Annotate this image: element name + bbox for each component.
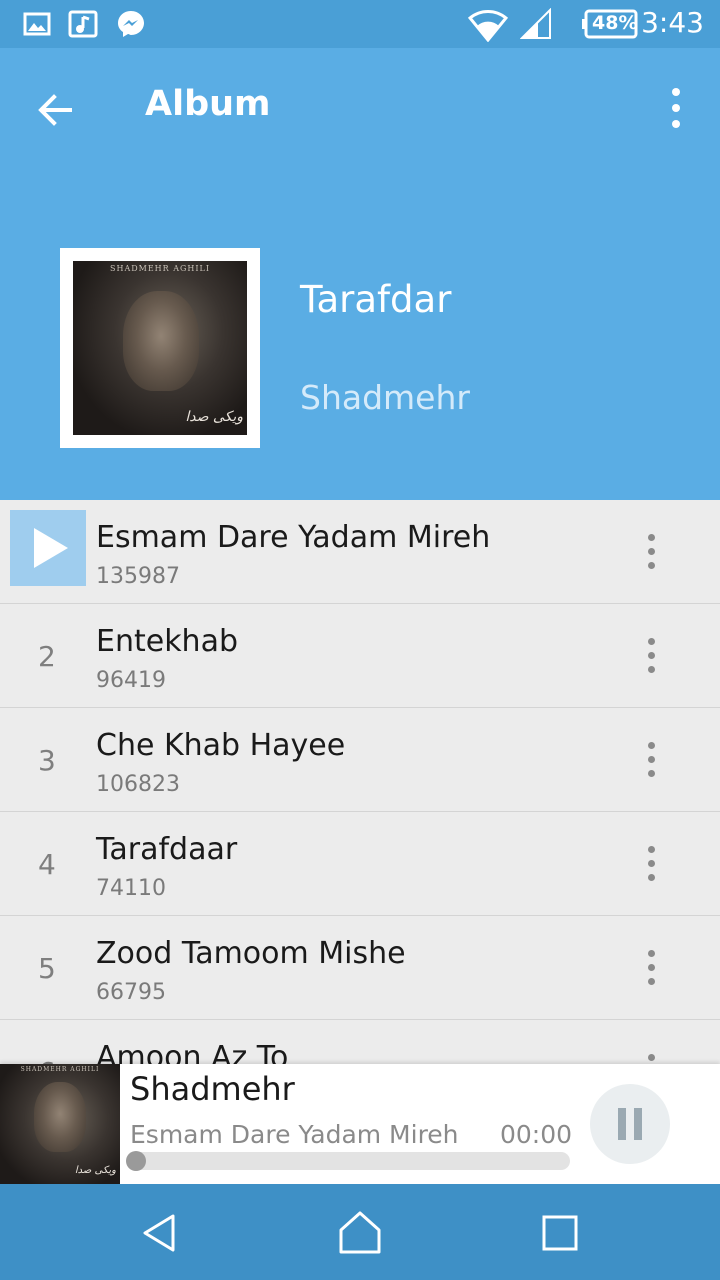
mini-player[interactable]: SHADMEHR AGHILI ویکی صدا Shadmehr Esmam … (0, 1064, 720, 1184)
overflow-menu-button[interactable] (656, 86, 696, 138)
album-name: Tarafdar (300, 278, 452, 321)
track-number: 4 (38, 848, 56, 881)
player-progress-bar[interactable] (126, 1151, 570, 1171)
track-title: Zood Tamoom Mishe (96, 936, 406, 971)
pause-icon (618, 1108, 626, 1140)
player-song-title: Esmam Dare Yadam Mireh (130, 1120, 459, 1149)
track-title: Tarafdaar (96, 832, 238, 867)
track-play-count: 135987 (96, 564, 180, 589)
track-play-count: 66795 (96, 980, 166, 1005)
track-number: 5 (38, 952, 56, 985)
track-number: 2 (38, 640, 56, 673)
player-elapsed-time: 00:00 (500, 1120, 573, 1149)
messenger-icon (118, 11, 144, 37)
track-menu-button[interactable] (632, 530, 672, 574)
track-menu-button[interactable] (632, 842, 672, 886)
track-title: Esmam Dare Yadam Mireh (96, 520, 491, 555)
track-title: Che Khab Hayee (96, 728, 346, 763)
nav-recents-icon[interactable] (535, 1208, 585, 1258)
cover-signature: ویکی صدا (185, 409, 243, 425)
track-row[interactable]: 3 Che Khab Hayee 106823 (0, 708, 720, 812)
album-cover: SHADMEHR AGHILI ویکی صدا (60, 248, 260, 448)
play-icon (34, 528, 68, 568)
music-note-icon (68, 10, 98, 38)
progress-thumb[interactable] (126, 1151, 146, 1171)
track-title: Amoon Az To (96, 1040, 289, 1064)
image-icon (23, 12, 51, 36)
signal-icon (520, 8, 551, 39)
track-menu-button[interactable] (632, 738, 672, 782)
track-row[interactable]: 5 Zood Tamoom Mishe 66795 (0, 916, 720, 1020)
nav-back-icon[interactable] (135, 1208, 185, 1258)
cover-text: SHADMEHR AGHILI (110, 264, 210, 273)
cover-portrait (34, 1082, 86, 1152)
nav-home-icon[interactable] (335, 1208, 385, 1258)
album-artist: Shadmehr (300, 378, 470, 417)
status-bar: 48% 3:43 (0, 0, 720, 48)
wifi-icon (468, 10, 508, 42)
track-number: 6 (38, 1056, 56, 1064)
now-playing-indicator[interactable] (10, 510, 86, 586)
album-header: Album SHADMEHR AGHILI ویکی صدا Tarafdar … (0, 48, 720, 500)
system-nav-bar (0, 1184, 720, 1280)
track-play-count: 96419 (96, 668, 166, 693)
cover-signature: ویکی صدا (74, 1165, 116, 1176)
cover-portrait (123, 291, 199, 391)
battery-percent: 48% (592, 12, 638, 34)
player-artist: Shadmehr (130, 1070, 295, 1108)
track-menu-button[interactable] (632, 946, 672, 990)
track-play-count: 74110 (96, 876, 166, 901)
track-list[interactable]: Esmam Dare Yadam Mireh 135987 2 Entekhab… (0, 500, 720, 1064)
clock: 3:43 (641, 6, 704, 39)
track-menu-button[interactable] (632, 634, 672, 678)
track-row[interactable]: Esmam Dare Yadam Mireh 135987 (0, 500, 720, 604)
cover-text: SHADMEHR AGHILI (20, 1066, 100, 1073)
album-art: SHADMEHR AGHILI ویکی صدا (73, 261, 247, 435)
back-arrow-icon[interactable] (30, 84, 82, 136)
track-play-count: 106823 (96, 772, 180, 797)
track-number: 3 (38, 744, 56, 777)
mini-player-album-art[interactable]: SHADMEHR AGHILI ویکی صدا (0, 1064, 120, 1184)
track-row[interactable]: 6 Amoon Az To (0, 1020, 720, 1064)
pause-button[interactable] (590, 1084, 670, 1164)
track-menu-button[interactable] (632, 1050, 672, 1064)
track-row[interactable]: 4 Tarafdaar 74110 (0, 812, 720, 916)
track-row[interactable]: 2 Entekhab 96419 (0, 604, 720, 708)
page-title: Album (145, 84, 271, 124)
track-title: Entekhab (96, 624, 239, 659)
